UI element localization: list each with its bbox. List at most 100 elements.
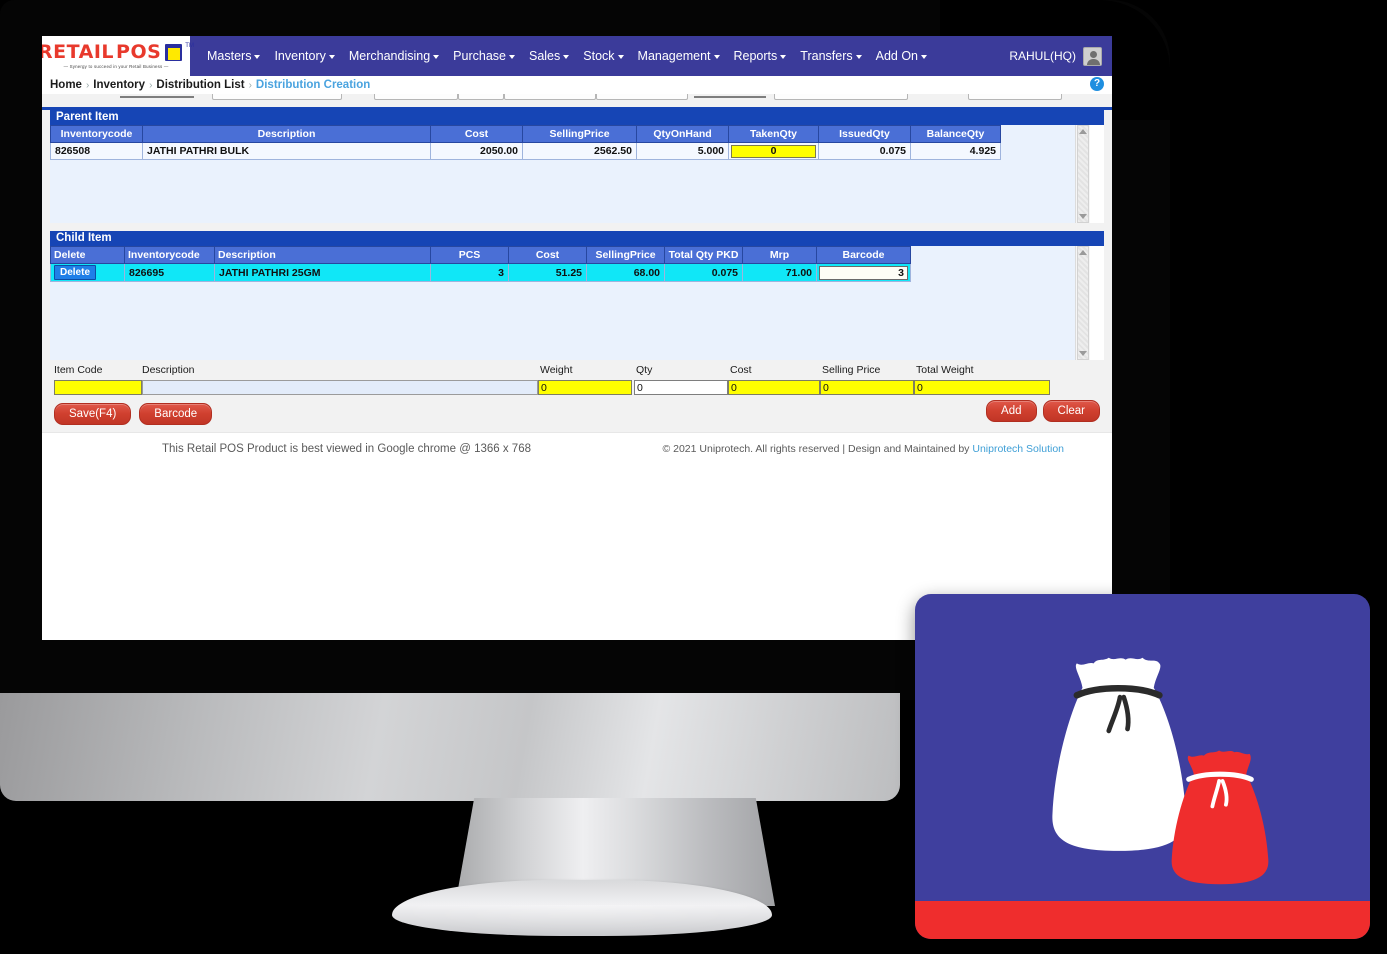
col-cost: Cost	[430, 125, 523, 143]
child-item-grid-container: Delete Inventorycode Description PCS Cos…	[50, 246, 1104, 360]
label-weight: Weight	[540, 364, 573, 376]
app-logo[interactable]: RETAIL POS TM — Synergy to succeed in yo…	[42, 36, 194, 76]
selling-price-input[interactable]	[820, 380, 914, 395]
nav-item-purchase[interactable]: Purchase	[446, 45, 522, 67]
breadcrumb-separator: ›	[149, 79, 153, 91]
cell-delete[interactable]: Delete	[50, 263, 125, 282]
cell-takenqty[interactable]	[728, 142, 819, 160]
takenqty-input[interactable]	[731, 144, 816, 158]
nav-item-reports[interactable]: Reports	[727, 45, 794, 67]
promo-illustration-card	[915, 594, 1370, 939]
child-grid-scrollbar[interactable]	[1075, 246, 1090, 360]
nav-label: Transfers	[800, 49, 853, 63]
clipped-field[interactable]	[212, 94, 342, 100]
help-icon[interactable]: ?	[1090, 77, 1104, 91]
chevron-down-icon	[563, 54, 570, 59]
description-input[interactable]	[142, 380, 538, 395]
scroll-down-icon[interactable]	[1079, 351, 1087, 356]
child-item-table: Delete Inventorycode Description PCS Cos…	[50, 246, 911, 282]
cell-inventorycode: 826695	[124, 263, 215, 282]
clipped-field[interactable]	[504, 94, 596, 100]
barcode-button[interactable]: Barcode	[139, 403, 213, 425]
cell-cost: 51.25	[508, 263, 587, 282]
col-issuedqty: IssuedQty	[818, 125, 911, 143]
cell-total-qty-pkd: 0.075	[664, 263, 743, 282]
col-description: Description	[214, 246, 431, 264]
clipped-form-controls-strip	[42, 94, 1112, 110]
cell-balanceqty: 4.925	[910, 142, 1001, 160]
nav-item-sales[interactable]: Sales	[522, 45, 576, 67]
clipped-field[interactable]	[968, 94, 1062, 100]
breadcrumb-item-inventory[interactable]: Inventory	[93, 79, 145, 91]
logo-trademark: TM	[185, 43, 194, 49]
cost-input[interactable]	[728, 380, 820, 395]
clipped-field[interactable]	[774, 94, 908, 100]
nav-label: Purchase	[453, 49, 506, 63]
scrollbar-thumb[interactable]	[1077, 246, 1089, 360]
red-sack-icon	[1171, 750, 1269, 885]
nav-item-add-on[interactable]: Add On	[869, 45, 934, 67]
nav-label: Sales	[528, 49, 561, 63]
logo-text-pos: POS	[116, 41, 162, 63]
logo-text-retail: RETAIL	[42, 41, 115, 63]
nav-label: Reports	[733, 49, 778, 63]
clipped-field[interactable]	[694, 96, 766, 98]
label-item-code: Item Code	[54, 364, 103, 376]
scroll-up-icon[interactable]	[1079, 250, 1087, 255]
nav-label: Merchandising	[348, 49, 431, 63]
nav-item-merchandising[interactable]: Merchandising	[342, 45, 446, 67]
scroll-down-icon[interactable]	[1079, 214, 1087, 219]
breadcrumb-item-home[interactable]: Home	[50, 79, 82, 91]
clipped-field[interactable]	[458, 94, 504, 100]
nav-label: Masters	[207, 49, 252, 63]
qty-input[interactable]	[634, 380, 728, 395]
chevron-down-icon	[617, 54, 624, 59]
save-button[interactable]: Save(F4)	[54, 403, 132, 425]
promo-card-stripe	[915, 901, 1370, 939]
nav-item-stock[interactable]: Stock	[576, 45, 630, 67]
col-mrp: Mrp	[742, 246, 817, 264]
clipped-field[interactable]	[374, 94, 458, 100]
nav-label: Inventory	[274, 49, 326, 63]
clear-button[interactable]: Clear	[1042, 400, 1100, 422]
clipped-field[interactable]	[120, 96, 194, 98]
nav-item-management[interactable]: Management	[631, 45, 727, 67]
chevron-down-icon	[328, 54, 335, 59]
add-button[interactable]: Add	[986, 400, 1037, 422]
clipped-field[interactable]	[596, 94, 688, 100]
label-selling-price: Selling Price	[822, 364, 881, 376]
parent-item-grid-scroller: Inventorycode Description Cost SellingPr…	[50, 125, 1075, 223]
app-header: RETAIL POS TM — Synergy to succeed in yo…	[42, 36, 1112, 76]
col-delete: Delete	[50, 246, 125, 264]
section-title-child-item: Child Item	[50, 231, 1104, 246]
col-inventorycode: Inventorycode	[50, 125, 143, 143]
monitor-screen: RETAIL POS TM — Synergy to succeed in yo…	[42, 36, 1112, 640]
footer-copyright-text: © 2021 Uniprotech. All rights reserved |…	[662, 443, 973, 455]
avatar[interactable]	[1083, 46, 1102, 66]
scrollbar-thumb[interactable]	[1077, 125, 1089, 223]
cell-inventorycode: 826508	[50, 142, 143, 160]
delete-button[interactable]: Delete	[54, 265, 97, 280]
chevron-down-icon	[921, 54, 927, 59]
weight-input[interactable]	[538, 380, 632, 395]
cell-barcode[interactable]	[816, 263, 911, 282]
item-code-input[interactable]	[54, 380, 142, 395]
parent-grid-scrollbar[interactable]	[1075, 125, 1090, 223]
scroll-up-icon[interactable]	[1079, 129, 1087, 134]
total-weight-input[interactable]	[914, 380, 1050, 395]
nav-item-transfers[interactable]: Transfers	[793, 45, 868, 67]
logo-wordmark: RETAIL POS TM	[42, 43, 194, 62]
chevron-down-icon	[855, 54, 862, 59]
footer-copyright: © 2021 Uniprotech. All rights reserved |…	[662, 443, 1064, 455]
col-cost: Cost	[508, 246, 587, 264]
footer-company-link[interactable]: Uniprotech Solution	[972, 443, 1064, 455]
monitor-stand-shadow	[392, 905, 772, 935]
breadcrumb-item-distribution-list[interactable]: Distribution List	[156, 79, 244, 91]
nav-item-masters[interactable]: Masters	[200, 45, 267, 67]
col-balanceqty: BalanceQty	[910, 125, 1001, 143]
table-header-row: Delete Inventorycode Description PCS Cos…	[50, 246, 911, 264]
cell-sellingprice: 68.00	[586, 263, 665, 282]
barcode-input[interactable]	[819, 265, 908, 280]
nav-item-inventory[interactable]: Inventory	[267, 45, 341, 67]
col-inventorycode: Inventorycode	[124, 246, 215, 264]
